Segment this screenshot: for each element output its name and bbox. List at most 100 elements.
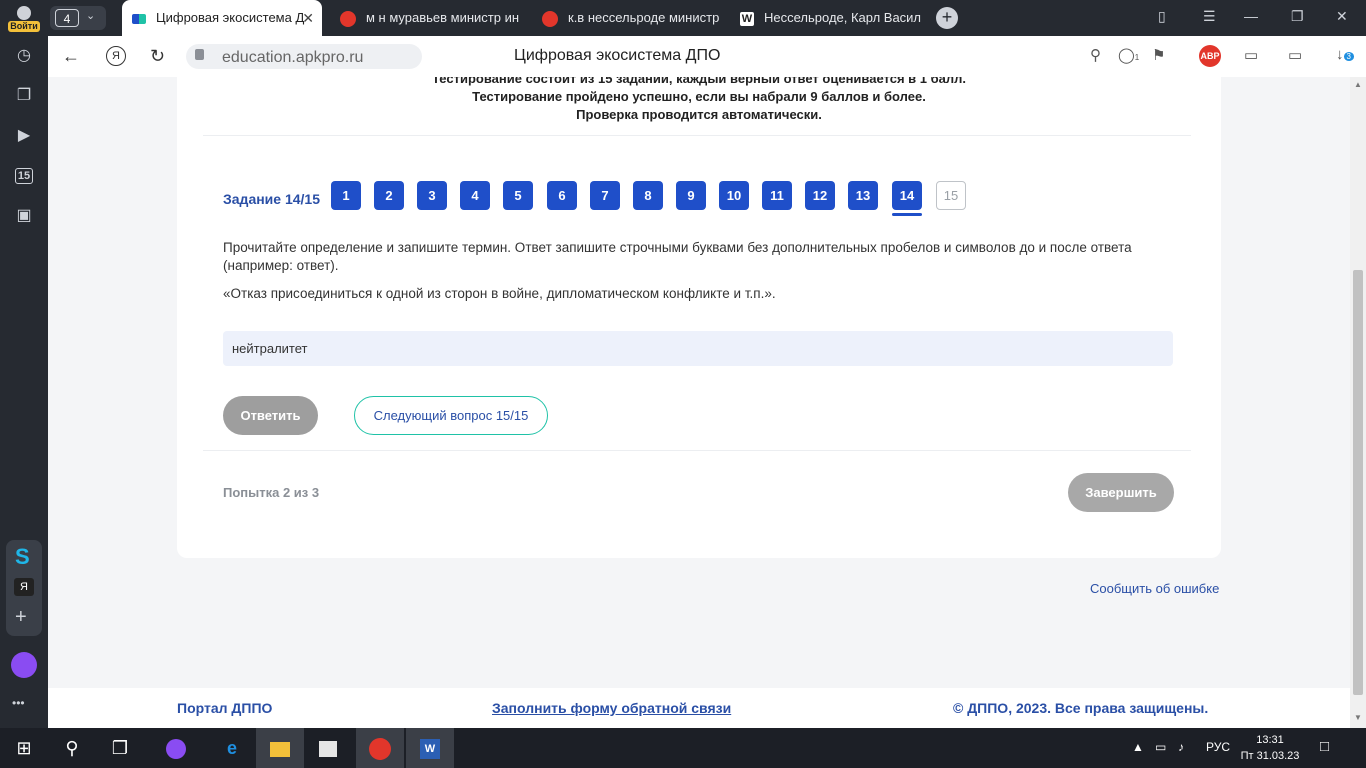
back-icon[interactable]: ← xyxy=(62,46,80,67)
battery-icon[interactable]: ▭ xyxy=(1244,46,1258,64)
avatar-icon xyxy=(17,6,31,20)
question-number-button-14[interactable]: 14 xyxy=(892,181,922,216)
rules-line-3: Проверка проводится автоматически. xyxy=(576,107,822,122)
language-indicator[interactable]: РУС xyxy=(1206,740,1230,754)
yandex-app-icon[interactable]: Я xyxy=(14,578,34,596)
tab-title: Нессельроде, Карл Васил xyxy=(764,10,922,25)
notifications-icon[interactable]: □ xyxy=(1320,738,1329,755)
sidebar-apps-panel: S Я + xyxy=(6,540,42,636)
tab-manager-icon[interactable]: ▯ xyxy=(1158,8,1166,25)
alice-icon[interactable] xyxy=(11,652,37,678)
scrollbar[interactable]: ▲ ▼ xyxy=(1350,77,1366,728)
question-number-button-8[interactable]: 8 xyxy=(633,181,663,210)
extensions-icon[interactable]: ▭ xyxy=(1288,46,1302,64)
volume-icon[interactable]: ♪ xyxy=(1178,740,1184,754)
more-icon[interactable]: ••• xyxy=(12,696,25,710)
question-number-button-15[interactable]: 15 xyxy=(936,181,966,210)
question-number-button-13[interactable]: 13 xyxy=(848,181,878,210)
downloads-badge: 3 xyxy=(1343,52,1354,61)
question-number-button-6[interactable]: 6 xyxy=(547,181,577,210)
store-icon[interactable] xyxy=(304,728,352,768)
chevron-down-icon: ⌄ xyxy=(86,10,96,22)
question-number-button-12[interactable]: 12 xyxy=(805,181,835,210)
new-tab-button[interactable]: + xyxy=(936,7,958,29)
feedback-link[interactable]: Заполнить форму обратной связи xyxy=(492,700,731,716)
scrollbar-thumb[interactable] xyxy=(1353,270,1363,695)
edge-icon[interactable]: e xyxy=(208,728,256,768)
windows-start-icon[interactable]: ⊞ xyxy=(0,728,48,768)
history-icon[interactable]: ◷ xyxy=(13,45,35,67)
question-number-button-2[interactable]: 2 xyxy=(374,181,404,210)
question-number-button-7[interactable]: 7 xyxy=(590,181,620,210)
question-number-button-1[interactable]: 1 xyxy=(331,181,361,210)
site-favicon-icon xyxy=(132,13,146,24)
question-number-button-11[interactable]: 11 xyxy=(762,181,792,210)
scroll-up-icon[interactable]: ▲ xyxy=(1354,80,1362,89)
login-label: Войти xyxy=(8,21,40,32)
answer-input[interactable] xyxy=(223,331,1173,366)
divider xyxy=(203,450,1191,451)
tray-arrow-icon[interactable]: ▲ xyxy=(1132,740,1144,754)
minimize-icon[interactable]: — xyxy=(1244,8,1258,24)
question-number-button-9[interactable]: 9 xyxy=(676,181,706,210)
tab-active[interactable]: Цифровая экосистема Д ✕ xyxy=(122,0,322,36)
tab-3[interactable]: к.в нессельроде министр xyxy=(532,0,722,36)
footer: Портал ДППО Заполнить форму обратной свя… xyxy=(48,688,1350,728)
translate-icon[interactable]: ⚲ xyxy=(1090,46,1101,64)
tab-2[interactable]: м н муравьев министр ин xyxy=(330,0,526,36)
report-error-link[interactable]: Сообщить об ошибке xyxy=(1090,581,1219,596)
yandex-logo-icon[interactable]: Я xyxy=(106,46,126,66)
question-number-button-3[interactable]: 3 xyxy=(417,181,447,210)
answer-button[interactable]: Ответить xyxy=(223,396,318,435)
close-tab-icon[interactable]: ✕ xyxy=(302,0,314,36)
question-definition: «Отказ присоединиться к одной из сторон … xyxy=(223,286,776,301)
tab-4[interactable]: W Нессельроде, Карл Васил xyxy=(730,0,930,36)
word-icon[interactable]: W xyxy=(406,728,454,768)
alice-taskbar-icon[interactable] xyxy=(152,728,200,768)
restore-icon[interactable]: ❐ xyxy=(1291,8,1304,25)
tab-title: Цифровая экосистема Д xyxy=(156,10,305,25)
calendar-day: 15 xyxy=(14,168,34,184)
url-field[interactable]: education.apkpro.ru xyxy=(186,44,422,69)
scroll-down-icon[interactable]: ▼ xyxy=(1354,713,1362,722)
download-icon[interactable]: ↓ 3 xyxy=(1336,46,1354,63)
question-number-button-4[interactable]: 4 xyxy=(460,181,490,210)
app-s-icon[interactable]: S xyxy=(15,544,30,570)
screenshot-icon[interactable]: ▣ xyxy=(13,205,35,227)
attempt-counter: Попытка 2 из 3 xyxy=(223,485,320,500)
search-icon[interactable]: ⚲ xyxy=(48,728,96,768)
add-app-icon[interactable]: + xyxy=(15,606,27,629)
page-title: Цифровая экосистема ДПО xyxy=(514,47,721,64)
browser-sidebar: Войти ◷ ❐ ▶ 15 ▣ S Я + ••• xyxy=(0,0,48,728)
rules-line-1: Тестирование состоит из 15 заданий, кажд… xyxy=(432,77,966,86)
finish-button[interactable]: Завершить xyxy=(1068,473,1174,512)
address-bar: ← Я ↻ education.apkpro.ru Цифровая экоси… xyxy=(48,36,1366,78)
collections-icon[interactable]: ❐ xyxy=(13,85,35,107)
bookmark-icon[interactable]: ⚑ xyxy=(1152,46,1165,64)
battery-tray-icon[interactable]: ▭ xyxy=(1155,740,1166,754)
tab-title: к.в нессельроде министр xyxy=(568,10,720,25)
login-button[interactable]: Войти xyxy=(8,6,40,34)
file-explorer-icon[interactable] xyxy=(256,728,304,768)
play-icon[interactable]: ▶ xyxy=(13,125,35,147)
next-question-button[interactable]: Следующий вопрос 15/15 xyxy=(354,396,548,435)
url-text: education.apkpro.ru xyxy=(222,49,364,66)
menu-icon[interactable]: ☰ xyxy=(1203,8,1216,25)
yandex-browser-icon[interactable] xyxy=(356,728,404,768)
question-instruction: Прочитайте определение и запишите термин… xyxy=(223,240,1132,273)
task-view-icon[interactable]: ❐ xyxy=(96,728,144,768)
tab-bar: 4 ⌄ Цифровая экосистема Д ✕ м н муравьев… xyxy=(48,0,1366,36)
close-window-icon[interactable]: ✕ xyxy=(1336,8,1348,25)
reload-icon[interactable]: ↻ xyxy=(150,46,165,67)
adblock-icon[interactable]: ABP xyxy=(1199,45,1221,67)
portal-link[interactable]: Портал ДППО xyxy=(177,700,272,716)
clock[interactable]: 13:31 Пт 31.03.23 xyxy=(1240,732,1300,764)
reader-icon[interactable]: ◯1 xyxy=(1118,46,1139,64)
tab-count-button[interactable]: 4 ⌄ xyxy=(50,6,106,30)
divider xyxy=(203,135,1191,136)
question-number-button-5[interactable]: 5 xyxy=(503,181,533,210)
test-card: Тестирование состоит из 15 заданий, кажд… xyxy=(177,77,1221,558)
calendar-icon[interactable]: 15 xyxy=(13,165,35,187)
question-number-button-10[interactable]: 10 xyxy=(719,181,749,210)
yandex-favicon-icon xyxy=(340,10,356,27)
